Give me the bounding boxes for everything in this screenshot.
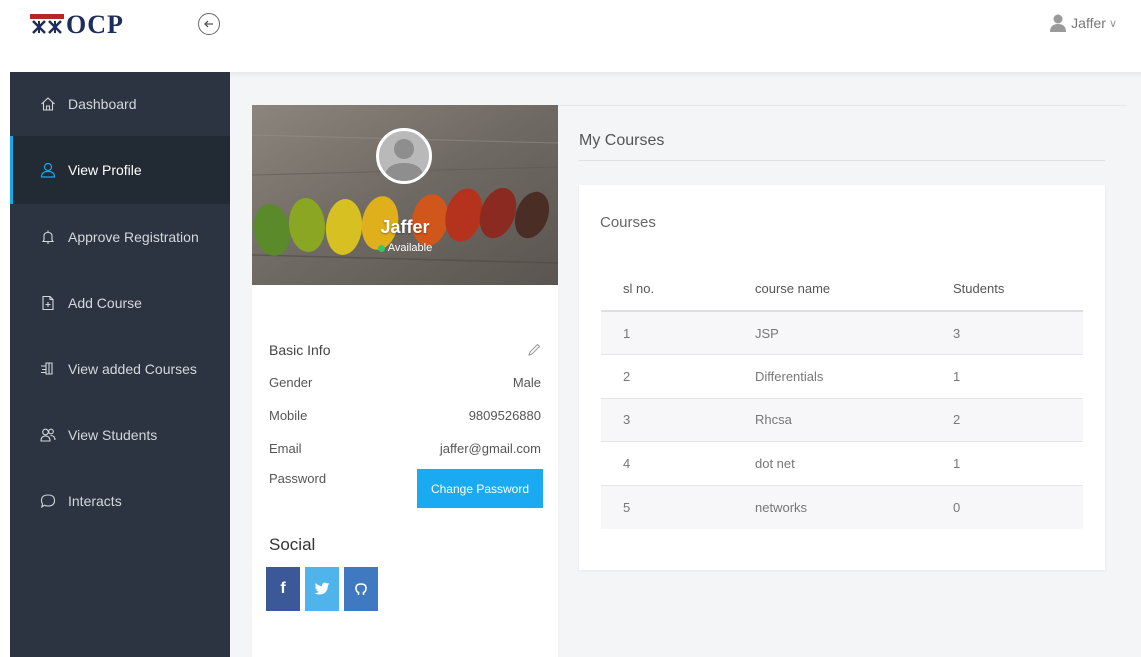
info-label: Email [269, 441, 302, 456]
sidebar-item-label: View Students [68, 427, 158, 443]
info-label: Password [269, 471, 327, 486]
cell-course-name: Differentials [733, 354, 931, 399]
social-links: f [266, 567, 383, 611]
sidebar: Dashboard View Profile Approve Registrat… [10, 72, 230, 657]
column-header-students[interactable]: Students [931, 267, 1083, 312]
cell-sl-no: 4 [601, 441, 733, 486]
column-header-course-name[interactable]: course name [733, 267, 931, 312]
cell-course-name: JSP [733, 311, 931, 355]
change-password-button[interactable]: Change Password [417, 469, 543, 508]
sidebar-item-label: Dashboard [68, 96, 137, 112]
user-icon [38, 160, 58, 180]
info-label: Gender [269, 375, 313, 390]
sidebar-item-label: View added Courses [68, 361, 197, 377]
info-value: 9809526880 [468, 408, 541, 423]
my-courses-title: My Courses [579, 132, 665, 149]
cell-students: 1 [931, 441, 1083, 486]
sidebar-item-view-profile[interactable]: View Profile [10, 136, 230, 204]
sidebar-item-label: View Profile [68, 162, 142, 178]
info-row-email: Email jaffer@gmail.com [269, 432, 541, 465]
info-label: Mobile [269, 408, 308, 423]
info-row-mobile: Mobile 9809526880 [269, 399, 541, 432]
table-row[interactable]: 2 Differentials 1 [601, 354, 1083, 399]
basic-info-header: Basic Info [269, 333, 541, 366]
chevron-down-icon: ∨ [1108, 17, 1117, 30]
user-name: Jaffer [1071, 15, 1106, 31]
pencil-icon[interactable] [527, 343, 541, 357]
cell-sl-no: 1 [601, 311, 733, 355]
top-bar: OCP Jaffer ∨ [0, 0, 1141, 72]
info-row-gender: Gender Male [269, 366, 541, 399]
courses-table: sl no. course name Students 1 JSP 3 2 Di… [601, 267, 1083, 529]
table-row[interactable]: 4 dot net 1 [601, 441, 1083, 486]
sidebar-item-add-course[interactable]: Add Course [10, 270, 230, 336]
cell-sl-no: 5 [601, 485, 733, 529]
add-file-icon [38, 293, 58, 313]
basic-info: Basic Info Gender Male Mobile 9809526880… [269, 333, 543, 509]
profile-status: Available [252, 242, 558, 254]
logo-emblem-icon [30, 14, 64, 36]
cell-students: 0 [931, 485, 1083, 529]
user-avatar-icon [1050, 14, 1067, 32]
facebook-button[interactable]: f [266, 567, 300, 611]
arrow-left-icon [204, 20, 213, 28]
info-value: jaffer@gmail.com [439, 441, 541, 456]
logo[interactable]: OCP [30, 10, 124, 40]
cell-course-name: Rhcsa [733, 398, 931, 442]
sidebar-item-label: Interacts [68, 493, 122, 509]
github-button[interactable] [344, 567, 378, 611]
github-icon [355, 583, 367, 595]
cell-students: 1 [931, 354, 1083, 399]
sidebar-item-view-added-courses[interactable]: View added Courses [10, 336, 230, 402]
logo-text: OCP [66, 10, 124, 39]
sidebar-item-label: Approve Registration [68, 229, 199, 245]
cell-students: 3 [931, 311, 1083, 355]
basic-info-title: Basic Info [269, 341, 331, 358]
collapse-sidebar-button[interactable] [198, 13, 220, 35]
twitter-button[interactable] [305, 567, 339, 611]
status-text: Available [387, 242, 433, 254]
profile-card: Jaffer Available Basic Info Gender Male … [252, 105, 558, 657]
facebook-icon: f [280, 580, 286, 597]
home-icon [38, 94, 58, 114]
table-row[interactable]: 3 Rhcsa 2 [601, 398, 1083, 442]
cell-sl-no: 2 [601, 354, 733, 399]
sidebar-item-interacts[interactable]: Interacts [10, 468, 230, 534]
twitter-icon [314, 582, 330, 595]
info-row-password: Password Change Password [269, 465, 543, 509]
table-row[interactable]: 5 networks 0 [601, 485, 1083, 529]
cell-students: 2 [931, 398, 1083, 442]
status-dot-icon [377, 244, 385, 252]
sidebar-item-label: Add Course [68, 295, 142, 311]
sidebar-item-view-students[interactable]: View Students [10, 402, 230, 468]
cell-sl-no: 3 [601, 398, 733, 442]
bell-icon [38, 227, 58, 247]
cell-course-name: networks [733, 485, 931, 529]
courses-card: Courses sl no. course name Students 1 JS… [579, 185, 1105, 570]
table-row[interactable]: 1 JSP 3 [601, 311, 1083, 355]
users-icon [38, 425, 58, 445]
social-title: Social [269, 535, 316, 554]
sidebar-item-approve-registration[interactable]: Approve Registration [10, 204, 230, 270]
profile-avatar [376, 128, 432, 184]
table-header-row: sl no. course name Students [601, 267, 1083, 312]
courses-card-title: Courses [600, 214, 656, 231]
column-header-sl-no[interactable]: sl no. [601, 267, 733, 312]
cell-course-name: dot net [733, 441, 931, 486]
sidebar-item-dashboard[interactable]: Dashboard [10, 72, 230, 136]
book-icon [38, 359, 58, 379]
profile-name: Jaffer [380, 217, 430, 237]
user-menu[interactable]: Jaffer ∨ [1050, 14, 1117, 32]
chat-icon [38, 491, 58, 511]
info-value: Male [512, 375, 541, 390]
